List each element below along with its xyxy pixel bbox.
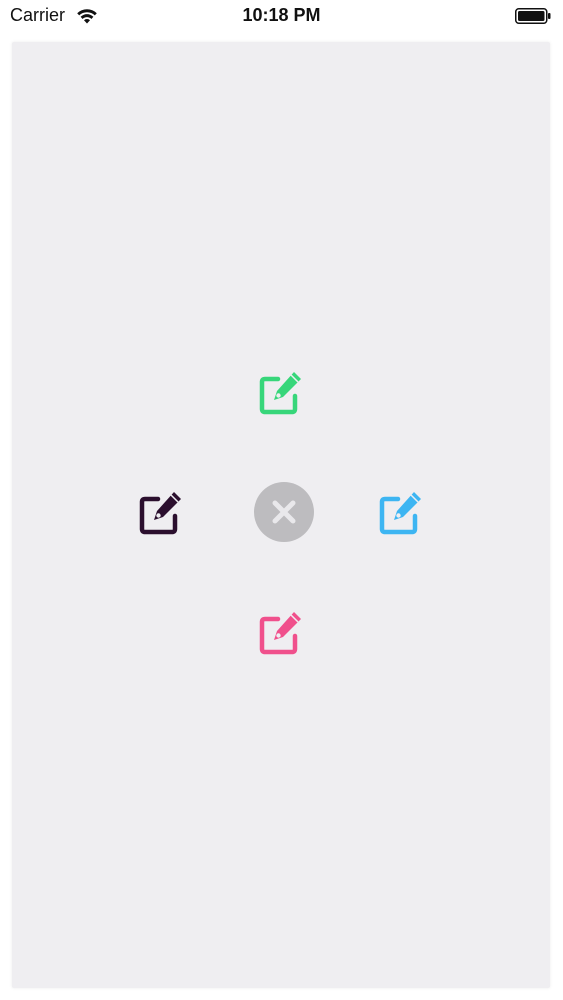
close-icon xyxy=(254,482,314,542)
menu-item-bottom-edit[interactable] xyxy=(250,604,310,664)
edit-icon xyxy=(259,372,301,415)
status-bar: Carrier 10:18 PM xyxy=(0,0,563,34)
clock: 10:18 PM xyxy=(242,5,321,25)
content-area xyxy=(12,42,550,988)
menu-item-left-edit[interactable] xyxy=(130,484,190,544)
edit-icon xyxy=(379,492,421,535)
close-menu-button[interactable] xyxy=(254,482,314,542)
battery-icon xyxy=(515,8,551,24)
edit-icon xyxy=(259,612,301,655)
menu-item-top-edit[interactable] xyxy=(250,364,310,424)
edit-icon xyxy=(139,492,181,535)
menu-item-right-edit[interactable] xyxy=(370,484,430,544)
